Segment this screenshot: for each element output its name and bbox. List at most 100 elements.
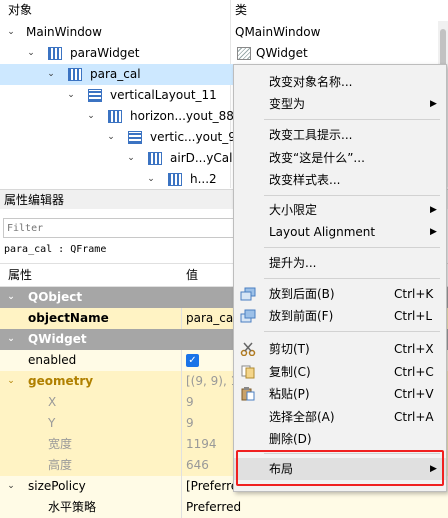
chevron-down-icon[interactable]: ⌄	[66, 85, 76, 106]
column-divider	[181, 308, 182, 329]
menu-item-copy[interactable]: 复制(C) Ctrl+C	[234, 361, 446, 383]
horizontal-layout-icon	[48, 47, 62, 60]
column-divider	[181, 413, 182, 434]
menu-item-change-whatsthis[interactable]: 改变“这是什么”...	[234, 147, 446, 169]
tree-item-label: MainWindow	[26, 25, 102, 39]
menu-item-label: 改变对象名称...	[269, 75, 353, 89]
menu-item-label: 放到后面(B)	[269, 287, 335, 301]
property-name: 水平策略	[48, 500, 97, 514]
menu-item-label: 复制(C)	[269, 365, 311, 379]
menu-item-label: 粘贴(P)	[269, 387, 310, 401]
property-name: Y	[48, 416, 56, 430]
menu-item-label: 大小限定	[269, 203, 318, 217]
menu-item-label: 提升为...	[269, 256, 317, 270]
column-divider	[181, 371, 182, 392]
chevron-down-icon[interactable]: ⌄	[26, 43, 36, 64]
menu-item-shortcut: Ctrl+L	[394, 309, 433, 323]
menu-item-label: 改变样式表...	[269, 173, 341, 187]
property-row-horizontal-policy[interactable]: 水平策略 Preferred	[0, 497, 448, 518]
menu-item-rename[interactable]: 改变对象名称...	[234, 71, 446, 93]
menu-item-shortcut: Ctrl+V	[394, 387, 434, 401]
menu-separator	[264, 119, 440, 120]
property-value[interactable]: 1194	[186, 434, 217, 455]
menu-item-label: 剪切(T)	[269, 342, 310, 356]
menu-item-shortcut: Ctrl+C	[394, 365, 434, 379]
tree-item-class: QMainWindow	[235, 25, 321, 39]
menu-separator	[264, 247, 440, 248]
menu-separator	[264, 278, 440, 279]
column-header-class[interactable]: 类	[235, 0, 248, 21]
column-divider	[181, 392, 182, 413]
enabled-checkbox[interactable]: ✓	[186, 354, 199, 367]
menu-separator	[264, 195, 440, 196]
chevron-down-icon[interactable]: ⌄	[6, 22, 16, 43]
column-header-property[interactable]: 属性	[8, 264, 32, 286]
property-value[interactable]: 9	[186, 413, 194, 434]
property-name: 高度	[48, 458, 73, 472]
tree-row-parawidget[interactable]: ⌄ paraWidget QWidget	[0, 43, 448, 64]
chevron-down-icon[interactable]: ⌄	[46, 64, 56, 85]
horizontal-layout-icon	[148, 152, 162, 165]
filter-field[interactable]	[3, 218, 239, 238]
menu-item-layout-alignment[interactable]: Layout Alignment ▶	[234, 221, 446, 243]
submenu-arrow-icon: ▶	[430, 205, 437, 215]
filter-input[interactable]	[4, 219, 238, 237]
property-value[interactable]: [(9, 9), 1	[186, 371, 238, 392]
menu-item-delete[interactable]: 删除(D)	[234, 428, 446, 450]
menu-item-promote-to[interactable]: 提升为...	[234, 252, 446, 274]
tree-item-label: paraWidget	[70, 46, 140, 60]
horizontal-layout-icon	[108, 110, 122, 123]
property-value[interactable]: 646	[186, 455, 209, 476]
chevron-down-icon[interactable]: ⌄	[146, 169, 156, 188]
menu-item-shortcut: Ctrl+K	[394, 287, 434, 301]
menu-item-cut[interactable]: 剪切(T) Ctrl+X	[234, 338, 446, 360]
menu-item-send-to-back[interactable]: 放到后面(B) Ctrl+K	[234, 283, 446, 305]
menu-item-change-tooltip[interactable]: 改变工具提示...	[234, 124, 446, 146]
tree-row-mainwindow[interactable]: ⌄ MainWindow QMainWindow	[0, 22, 448, 43]
property-name: 宽度	[48, 437, 73, 451]
chevron-down-icon[interactable]: ⌄	[106, 127, 116, 148]
tree-item-label: verticalLayout_11	[110, 88, 217, 102]
menu-item-bring-to-front[interactable]: 放到前面(F) Ctrl+L	[234, 305, 446, 327]
menu-item-morph-into[interactable]: 变型为 ▶	[234, 93, 446, 115]
widget-icon	[237, 47, 251, 60]
bring-to-front-icon	[240, 309, 256, 323]
property-name: X	[48, 395, 57, 409]
menu-item-shortcut: Ctrl+A	[394, 410, 434, 424]
menu-item-label: 改变工具提示...	[269, 128, 353, 142]
annotation-highlight-box	[236, 450, 444, 486]
tree-item-label: vertic...yout_9	[150, 130, 236, 144]
property-value[interactable]: Preferred	[186, 497, 241, 518]
menu-item-select-all[interactable]: 选择全部(A) Ctrl+A	[234, 406, 446, 428]
column-divider	[181, 455, 182, 476]
context-menu: 改变对象名称... 变型为 ▶ 改变工具提示... 改变“这是什么”... 改变…	[233, 64, 447, 492]
paste-icon	[241, 387, 255, 401]
property-value[interactable]: 9	[186, 392, 194, 413]
chevron-down-icon[interactable]: ⌄	[6, 371, 16, 392]
chevron-down-icon[interactable]: ⌄	[86, 106, 96, 127]
menu-item-label: 改变“这是什么”...	[269, 151, 365, 165]
menu-item-shortcut: Ctrl+X	[394, 342, 434, 356]
group-label: QWidget	[28, 332, 87, 346]
column-divider	[181, 497, 182, 518]
menu-item-paste[interactable]: 粘贴(P) Ctrl+V	[234, 383, 446, 405]
menu-item-label: 放到前面(F)	[269, 309, 334, 323]
horizontal-layout-icon	[68, 68, 82, 81]
menu-separator	[264, 331, 440, 332]
column-header-value[interactable]: 值	[186, 264, 198, 286]
chevron-down-icon[interactable]: ⌄	[6, 476, 16, 497]
property-value[interactable]: para_cal	[186, 308, 237, 329]
column-divider	[181, 434, 182, 455]
chevron-down-icon[interactable]: ⌄	[6, 329, 16, 350]
column-divider	[181, 350, 182, 371]
menu-item-size-constraints[interactable]: 大小限定 ▶	[234, 199, 446, 221]
menu-item-change-stylesheet[interactable]: 改变样式表...	[234, 169, 446, 191]
chevron-down-icon[interactable]: ⌄	[126, 148, 136, 169]
property-name: geometry	[28, 374, 94, 388]
vertical-layout-icon	[88, 89, 102, 102]
menu-item-label: 变型为	[269, 97, 306, 111]
column-divider	[181, 476, 182, 497]
chevron-down-icon[interactable]: ⌄	[6, 287, 16, 308]
object-caption: para_cal : QFrame	[4, 244, 107, 255]
column-header-object[interactable]: 对象	[8, 0, 33, 21]
